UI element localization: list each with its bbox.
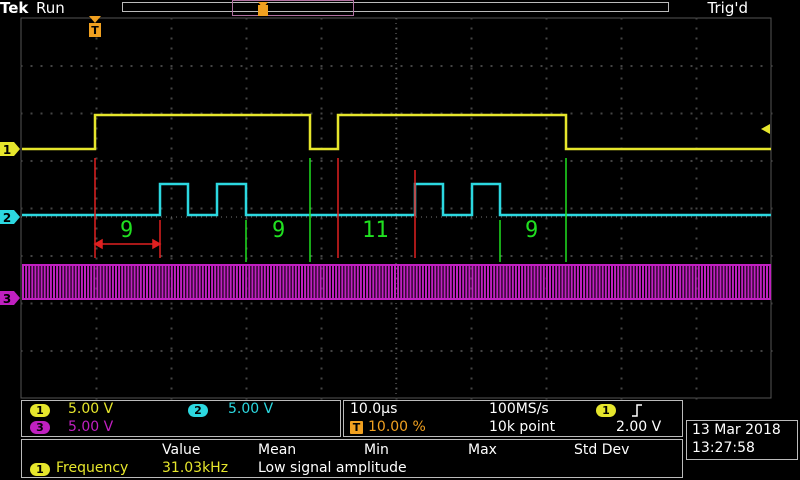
svg-text:T: T	[91, 24, 99, 37]
green-cursor-lines	[245, 158, 567, 262]
ch3-badge: 3	[30, 421, 50, 434]
bit-count-label: 9	[272, 218, 286, 243]
time-per-div: 10.0µs	[350, 401, 398, 417]
sample-rate: 100MS/s	[489, 401, 549, 417]
record-trigger-marker	[258, 2, 268, 16]
ch1-scale: 5.00 V	[68, 401, 114, 417]
waveform-display[interactable]: T 1 2 3	[0, 0, 800, 400]
trigger-level: 2.00 V	[616, 419, 662, 435]
ch2-marker[interactable]: 2	[0, 210, 20, 225]
ch1-badge: 1	[30, 404, 50, 417]
measure-note: Low signal amplitude	[258, 460, 407, 476]
date-label: 13 Mar 2018	[692, 422, 781, 438]
ch2-badge: 2	[188, 404, 208, 417]
graticule	[20, 17, 773, 400]
svg-text:2: 2	[3, 211, 11, 225]
measure-source-badge: 1	[30, 463, 50, 476]
red-cursor-lines	[93, 158, 416, 258]
measure-header-min: Min	[364, 442, 389, 458]
trigger-source-badge: 1	[596, 404, 616, 417]
measurement-panel[interactable]: Value Mean Min Max Std Dev 1 Frequency 3…	[21, 439, 683, 478]
trigger-position-marker[interactable]: T	[89, 16, 101, 37]
bit-count-label: 9	[120, 218, 134, 243]
ch3-marker[interactable]: 3	[0, 291, 20, 306]
channel-scale-panel[interactable]: 1 5.00 V 2 5.00 V 3 5.00 V	[21, 400, 341, 437]
measure-header-value: Value	[162, 442, 201, 458]
time-label: 13:27:58	[692, 440, 755, 456]
trigger-level-arrow	[761, 124, 770, 134]
ch2-scale: 5.00 V	[228, 401, 274, 417]
bit-count-label: 9	[525, 218, 539, 243]
ch3-scale: 5.00 V	[68, 419, 114, 435]
datetime-panel: 13 Mar 2018 13:27:58	[686, 420, 798, 460]
trigger-position: 10.00 %	[368, 419, 426, 435]
record-length: 10k point	[489, 419, 556, 435]
ch1-marker[interactable]: 1	[0, 142, 20, 157]
trigger-pos-icon: T	[350, 421, 363, 434]
measure-header-mean: Mean	[258, 442, 297, 458]
bit-count-label: 11	[362, 218, 389, 243]
timebase-panel[interactable]: 10.0µs 100MS/s 1 T 10.00 % 10k point 2.0…	[343, 400, 683, 437]
measure-header-stddev: Std Dev	[574, 442, 630, 458]
svg-text:1: 1	[3, 143, 11, 157]
measure-header-max: Max	[468, 442, 497, 458]
measure-name: Frequency	[56, 460, 129, 476]
measure-value: 31.03kHz	[162, 460, 229, 476]
rising-edge-icon	[632, 404, 642, 417]
svg-text:3: 3	[3, 292, 11, 306]
